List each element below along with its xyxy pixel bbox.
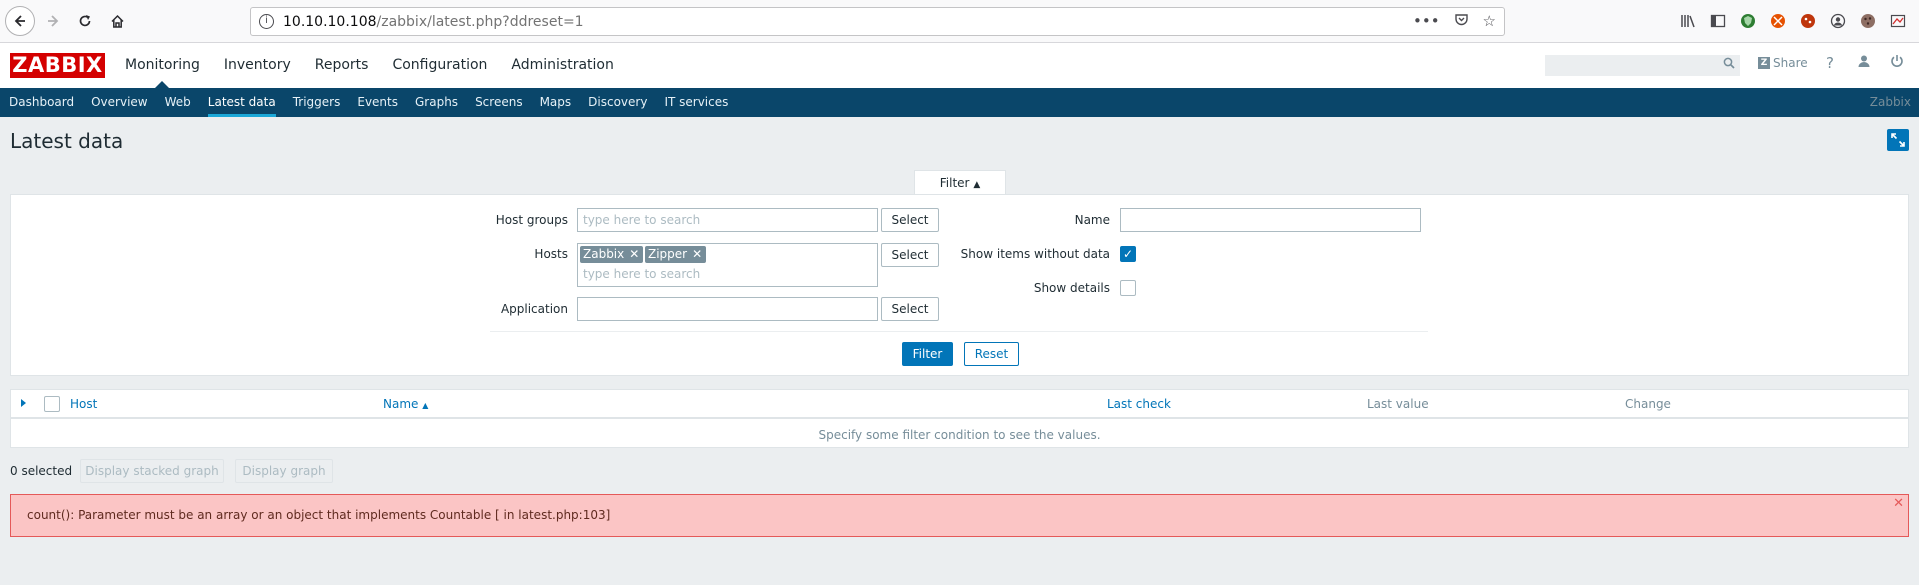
page-actions-icon[interactable]: ••• — [1413, 12, 1440, 31]
sub-menu-it-services[interactable]: IT services — [655, 88, 736, 117]
filter-divider — [490, 331, 1428, 332]
server-name: Zabbix — [1869, 95, 1911, 109]
host-chip-zabbix: Zabbix ✕ — [580, 246, 644, 263]
screenshot-extension-icon[interactable] — [1889, 12, 1907, 30]
back-arrow-icon[interactable] — [5, 6, 35, 36]
main-menu-administration[interactable]: Administration — [499, 43, 625, 88]
library-icon[interactable] — [1679, 12, 1697, 30]
hosts-select-button[interactable]: Select — [881, 243, 939, 267]
host-chip-zipper: Zipper ✕ — [645, 246, 707, 263]
block-extension-icon[interactable] — [1769, 12, 1787, 30]
remove-icon[interactable]: ✕ — [629, 246, 639, 263]
column-host[interactable]: Host — [70, 397, 97, 411]
application-label: Application — [500, 302, 568, 316]
sort-asc-icon: ▲ — [422, 401, 429, 410]
global-search-input[interactable] — [1545, 55, 1740, 76]
main-menu-configuration[interactable]: Configuration — [380, 43, 499, 88]
main-menu-reports[interactable]: Reports — [303, 43, 381, 88]
filter-button[interactable]: Filter — [902, 342, 953, 366]
hosts-search-input[interactable]: type here to search — [583, 267, 700, 281]
latest-data-table: Host Name ▲ Last check Last value Change… — [10, 389, 1909, 448]
sub-menu-web[interactable]: Web — [156, 88, 199, 117]
url-host: 10.10.10.108 — [283, 14, 377, 30]
main-menu-inventory[interactable]: Inventory — [212, 43, 303, 88]
zabbix-share-icon: Z — [1758, 57, 1770, 69]
cookie-extension-icon[interactable] — [1799, 12, 1817, 30]
sidebar-icon[interactable] — [1709, 12, 1727, 30]
cookie-manager-icon[interactable] — [1859, 12, 1877, 30]
main-menu: Monitoring Inventory Reports Configurati… — [113, 43, 626, 88]
sign-out-icon[interactable] — [1888, 54, 1906, 72]
remove-icon[interactable]: ✕ — [692, 246, 702, 263]
display-stacked-graph-button[interactable]: Display stacked graph — [80, 459, 224, 483]
show-details-checkbox[interactable] — [1120, 280, 1136, 296]
site-info-icon[interactable]: i — [259, 14, 274, 29]
name-input[interactable] — [1120, 208, 1421, 232]
forward-arrow-icon[interactable] — [40, 8, 66, 34]
host-groups-label: Host groups — [495, 213, 568, 227]
reset-button[interactable]: Reset — [964, 342, 1019, 366]
show-details-label: Show details — [1033, 281, 1110, 295]
column-name[interactable]: Name ▲ — [383, 397, 428, 411]
column-last-check[interactable]: Last check — [1107, 397, 1171, 411]
fullscreen-button[interactable] — [1887, 129, 1909, 151]
caret-up-icon: ▲ — [973, 180, 981, 190]
host-groups-select-button[interactable]: Select — [881, 208, 939, 232]
sub-menu-maps[interactable]: Maps — [531, 88, 580, 117]
display-graph-button[interactable]: Display graph — [235, 459, 333, 483]
close-icon[interactable]: ✕ — [1893, 496, 1904, 511]
show-items-without-data-checkbox[interactable]: ✓ — [1120, 246, 1136, 262]
fullscreen-icon — [1891, 133, 1905, 147]
selected-count: 0 selected — [10, 464, 73, 478]
browser-toolbar: i 10.10.10.108/zabbix/latest.php?ddreset… — [0, 0, 1919, 43]
filter-tab[interactable]: Filter ▲ — [914, 170, 1006, 195]
column-last-value: Last value — [1367, 397, 1429, 411]
help-icon[interactable]: ? — [1821, 54, 1839, 72]
host-chip-label: Zabbix — [583, 247, 625, 261]
name-label: Name — [1074, 213, 1110, 227]
sub-menu-screens[interactable]: Screens — [466, 88, 531, 117]
host-groups-input[interactable]: type here to search — [577, 208, 878, 232]
address-bar[interactable]: i 10.10.10.108/zabbix/latest.php?ddreset… — [250, 7, 1505, 36]
share-label: Share — [1773, 56, 1808, 70]
application-input[interactable] — [577, 297, 878, 321]
url-text: 10.10.10.108/zabbix/latest.php?ddreset=1 — [283, 14, 584, 30]
application-select-button[interactable]: Select — [881, 297, 939, 321]
sub-menu-events[interactable]: Events — [348, 88, 406, 117]
sub-menu-triggers[interactable]: Triggers — [284, 88, 349, 117]
sub-menu-graphs[interactable]: Graphs — [406, 88, 466, 117]
bookmark-star-icon[interactable]: ☆ — [1483, 12, 1496, 31]
pocket-icon[interactable] — [1454, 12, 1469, 31]
table-empty-message: Specify some filter condition to see the… — [818, 428, 1101, 442]
table-header: Host Name ▲ Last check Last value Change — [11, 390, 1908, 419]
main-menu-monitoring[interactable]: Monitoring — [113, 43, 212, 88]
share-link[interactable]: Z Share — [1758, 56, 1808, 70]
column-name-label: Name — [383, 397, 419, 411]
account-icon[interactable] — [1829, 12, 1847, 30]
sub-menu: Dashboard Overview Web Latest data Trigg… — [0, 88, 1919, 117]
user-profile-icon[interactable] — [1855, 54, 1873, 72]
hosts-label: Hosts — [534, 247, 568, 261]
home-icon[interactable] — [104, 8, 130, 34]
url-path: /zabbix/latest.php?ddreset=1 — [376, 14, 584, 30]
zabbix-logo[interactable]: ZABBIX — [10, 53, 105, 78]
column-change: Change — [1625, 397, 1671, 411]
host-chip-label: Zipper — [648, 247, 688, 261]
filter-tab-label: Filter — [939, 176, 970, 190]
reload-icon[interactable] — [72, 8, 98, 34]
sub-menu-dashboard[interactable]: Dashboard — [0, 88, 82, 117]
sub-menu-latest-data[interactable]: Latest data — [199, 88, 284, 117]
sub-menu-overview[interactable]: Overview — [82, 88, 156, 117]
show-items-without-data-label: Show items without data — [960, 247, 1110, 261]
error-message: count(): Parameter must be an array or a… — [27, 508, 611, 522]
page-title: Latest data — [10, 129, 124, 153]
sub-menu-discovery[interactable]: Discovery — [579, 88, 655, 117]
expand-all-icon[interactable] — [21, 399, 26, 407]
select-all-checkbox[interactable] — [44, 396, 60, 412]
shield-extension-icon[interactable] — [1739, 12, 1757, 30]
error-message-box: count(): Parameter must be an array or a… — [10, 494, 1909, 537]
search-icon[interactable] — [1723, 57, 1735, 73]
